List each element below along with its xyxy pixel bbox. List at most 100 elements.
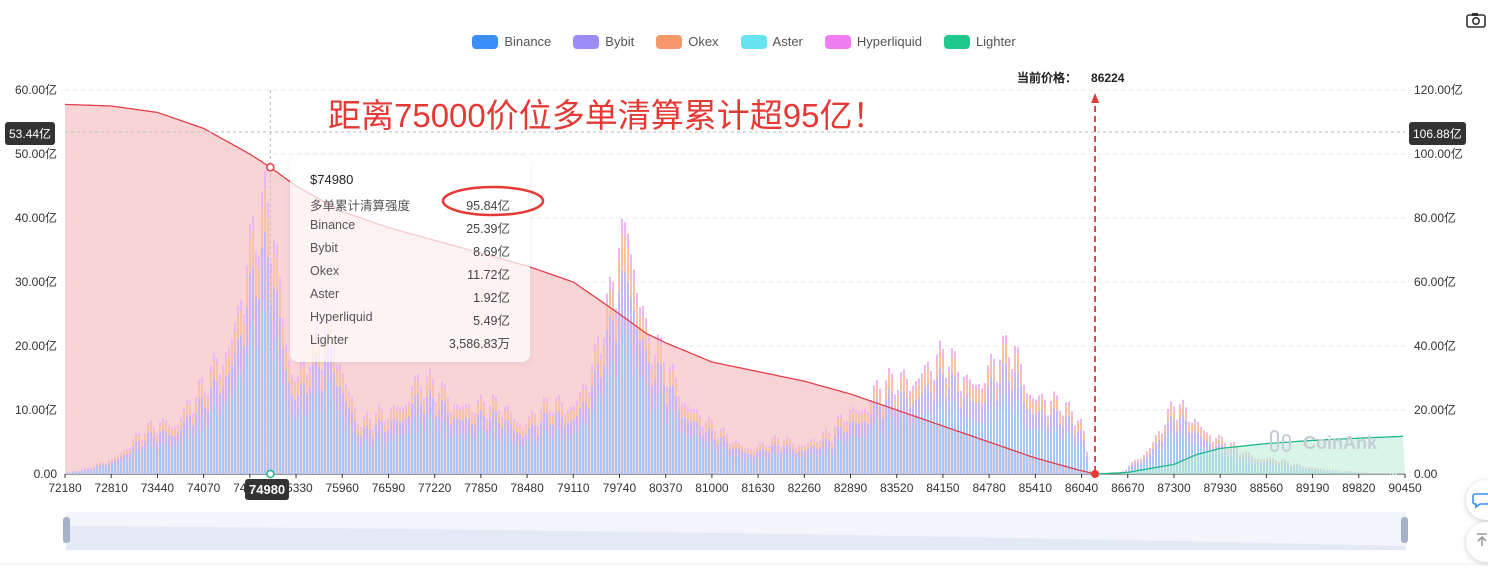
bar-hyperliquid — [285, 344, 287, 353]
bar-okex — [705, 424, 707, 433]
bar-hyperliquid — [957, 371, 959, 379]
bar-okex — [738, 444, 740, 449]
bar-hyperliquid — [990, 354, 992, 362]
bar-hyperliquid — [615, 308, 617, 319]
bar-binance — [765, 457, 767, 474]
bar-okex — [219, 379, 221, 394]
bar-hyperliquid — [786, 436, 788, 439]
bar-binance — [411, 423, 413, 474]
bar-binance — [897, 425, 899, 474]
legend-item-binance[interactable]: Binance — [472, 34, 551, 49]
data-zoom-slider[interactable] — [0, 512, 1488, 565]
bar-hyperliquid — [291, 374, 293, 381]
bar-bybit — [237, 339, 239, 377]
bar-bybit — [1089, 471, 1091, 472]
bar-binance — [276, 340, 278, 474]
bar-okex — [954, 358, 956, 376]
bar-hyperliquid — [639, 307, 641, 318]
bar-binance — [354, 435, 356, 474]
bar-hyperliquid — [1155, 435, 1157, 438]
legend-item-aster[interactable]: Aster — [740, 34, 803, 49]
bar-okex — [189, 405, 191, 416]
bar-bybit — [555, 413, 557, 430]
bar-hyperliquid — [345, 383, 347, 390]
bar-hyperliquid — [480, 394, 482, 400]
bar-hyperliquid — [132, 439, 134, 442]
legend-item-okex[interactable]: Okex — [656, 34, 719, 49]
bar-okex — [801, 446, 803, 451]
bar-binance — [339, 410, 341, 474]
bar-hyperliquid — [849, 409, 851, 414]
bar-hyperliquid — [144, 433, 146, 436]
bar-binance — [132, 453, 134, 474]
bar-hyperliquid — [807, 442, 809, 445]
bar-bybit — [288, 383, 290, 409]
bar-okex — [411, 391, 413, 405]
bar-okex — [900, 378, 902, 393]
bar-hyperliquid — [1068, 401, 1070, 406]
bar-okex — [1014, 353, 1016, 372]
bar-hyperliquid — [633, 269, 635, 282]
bar-binance — [522, 447, 524, 474]
bar-bybit — [108, 463, 110, 467]
y-left-tick-label: 60.00亿 — [15, 82, 57, 97]
bar-bybit — [291, 394, 293, 417]
bar-binance — [738, 455, 740, 474]
bar-hyperliquid — [153, 427, 155, 430]
legend-item-hyperliquid[interactable]: Hyperliquid — [824, 34, 922, 49]
bar-binance — [444, 422, 446, 474]
bar-hyperliquid — [900, 372, 902, 379]
legend-item-bybit[interactable]: Bybit — [573, 34, 634, 49]
bar-binance — [651, 410, 653, 474]
bar-binance — [396, 435, 398, 474]
chart-legend: Binance Bybit Okex Aster Hyperliquid Lighter — [0, 34, 1488, 49]
bar-bybit — [924, 386, 926, 411]
tooltip-row: Binance 25.39亿 — [310, 218, 510, 237]
bar-bybit — [894, 410, 896, 428]
bar-hyperliquid — [936, 354, 938, 362]
bar-binance — [387, 441, 389, 474]
bar-binance — [186, 431, 188, 474]
bar-bybit — [198, 398, 200, 420]
y-left-tick-label: 40.00亿 — [15, 210, 57, 225]
bar-hyperliquid — [546, 398, 548, 403]
bar-bybit — [234, 353, 236, 387]
camera-icon[interactable] — [1466, 12, 1486, 28]
bar-hyperliquid — [1014, 346, 1016, 354]
bar-okex — [435, 406, 437, 417]
bar-okex — [1140, 459, 1142, 462]
tooltip-panel: $74980 多单累计清算强度 95.84亿 Binance 25.39亿 Bybit 8… — [290, 156, 545, 362]
bar-binance — [825, 447, 827, 474]
legend-item-lighter[interactable]: Lighter — [943, 34, 1016, 49]
bar-bybit — [573, 419, 575, 435]
bar-bybit — [309, 388, 311, 413]
bar-binance — [291, 416, 293, 474]
bar-hyperliquid — [528, 416, 530, 420]
legend-label: Lighter — [975, 34, 1016, 49]
bar-hyperliquid — [1158, 431, 1160, 434]
bar-binance — [492, 427, 494, 474]
bar-binance — [972, 421, 974, 474]
bar-bybit — [504, 420, 506, 436]
bar-binance — [306, 416, 308, 474]
bar-okex — [438, 397, 440, 410]
bar-binance — [861, 436, 863, 474]
bar-hyperliquid — [1221, 436, 1223, 439]
bar-binance — [573, 434, 575, 474]
bar-hyperliquid — [606, 293, 608, 305]
bar-bybit — [1005, 362, 1007, 394]
bar-bybit — [1056, 411, 1058, 429]
bar-bybit — [516, 432, 518, 445]
bar-bybit — [222, 386, 224, 411]
bar-bybit — [843, 432, 845, 444]
bar-bybit — [435, 416, 437, 433]
bar-bybit — [693, 421, 695, 437]
bar-bybit — [1050, 415, 1052, 432]
bar-hyperliquid — [72, 470, 74, 472]
bar-binance — [117, 462, 119, 474]
bar-binance — [969, 419, 971, 474]
bar-hyperliquid — [396, 407, 398, 412]
bar-binance — [615, 377, 617, 474]
bar-okex — [681, 407, 683, 418]
x-tick-label: 82260 — [788, 481, 822, 495]
